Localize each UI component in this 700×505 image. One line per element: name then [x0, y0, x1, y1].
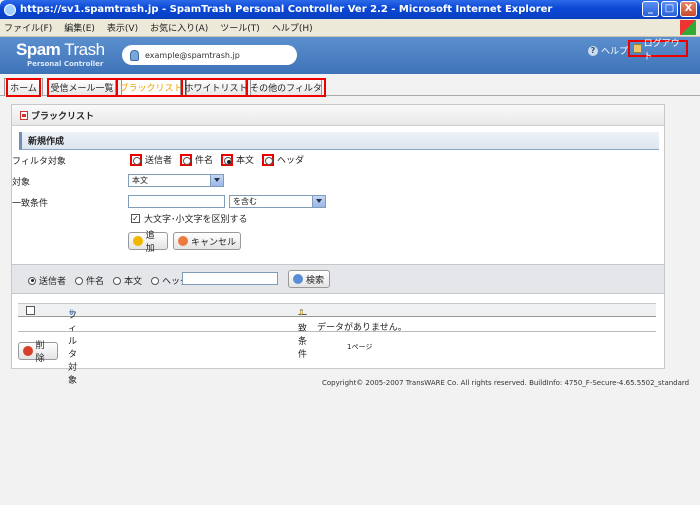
search-button[interactable]: 検索 [288, 270, 330, 288]
search-radio-sender[interactable] [28, 276, 36, 285]
maximize-button[interactable]: □ [661, 1, 678, 17]
section-title: 新規作成 [19, 132, 659, 150]
tab-bar: ホーム 受信メール一覧 ブラックリスト ホワイトリスト その他のフィルタ [0, 74, 700, 97]
filter-target-label: フィルタ対象 [12, 157, 66, 167]
target-select[interactable]: 本文 [128, 174, 224, 187]
add-button[interactable]: 追加 [128, 231, 168, 254]
user-icon [130, 49, 139, 61]
match-text-input[interactable] [128, 195, 225, 208]
window-title: https://sv1.spamtrash.jp - SpamTrash Per… [20, 4, 553, 15]
page-icon [20, 110, 28, 120]
logout-label: ログアウト [643, 38, 680, 62]
select-all-checkbox[interactable] [26, 306, 35, 315]
table-divider [18, 331, 656, 332]
app-header: Spam Trash Personal Controller example@s… [0, 37, 700, 74]
delete-icon [23, 346, 33, 356]
app-logo: Spam Trash [16, 40, 105, 59]
radio-sender-label: 送信者 [145, 156, 173, 166]
user-email: example@spamtrash.jp [145, 50, 240, 60]
cancel-button[interactable]: キャンセル [173, 232, 241, 250]
window-titlebar: https://sv1.spamtrash.jp - SpamTrash Per… [0, 0, 700, 19]
tab-inbox[interactable]: 受信メール一覧 [46, 78, 118, 97]
radio-subject[interactable] [180, 153, 193, 166]
app-logo-tagline: Personal Controller [27, 60, 104, 68]
close-button[interactable]: X [680, 1, 697, 17]
add-icon [133, 236, 143, 246]
tab-blacklist[interactable]: ブラックリスト [115, 78, 187, 97]
match-mode-select[interactable]: を含む [229, 195, 326, 208]
tab-home[interactable]: ホーム [4, 78, 43, 97]
radio-header[interactable] [262, 153, 275, 166]
match-label: 一致条件 [12, 199, 49, 209]
windows-logo-icon [680, 20, 696, 35]
menu-file[interactable]: ファイル(F) [4, 21, 52, 34]
radio-header-label: ヘッダ [277, 156, 305, 166]
target-label: 対象 [12, 178, 31, 188]
menu-favorites[interactable]: お気に入り(A) [150, 21, 208, 34]
panel-title-bar: ブラックリスト [12, 105, 664, 126]
panel-title: ブラックリスト [31, 111, 95, 122]
help-link[interactable]: ? ヘルプ [588, 44, 628, 57]
delete-button[interactable]: 削除 [18, 341, 58, 364]
menu-edit[interactable]: 編集(E) [64, 21, 95, 34]
tab-other-filters[interactable]: その他のフィルタ [246, 78, 326, 97]
search-radio-body[interactable] [113, 276, 122, 285]
logout-icon [633, 44, 642, 53]
user-box: example@spamtrash.jp [122, 45, 297, 65]
search-radio-header[interactable] [151, 276, 160, 285]
radio-body[interactable] [221, 153, 234, 166]
chevron-down-icon [312, 196, 325, 207]
help-icon: ? [588, 45, 598, 56]
case-sensitive-label: 大文字･小文字を区別する [144, 215, 248, 225]
search-radio-subject[interactable] [75, 276, 84, 285]
window-controls: _ □ X [642, 1, 697, 17]
table-header: フィルタ対象 ⇓ 一致条件 ⇑ ⇓ [18, 303, 656, 386]
menu-view[interactable]: 表示(V) [107, 21, 138, 34]
sort-down-icon: ⇓ [298, 308, 305, 317]
chevron-down-icon [210, 175, 223, 186]
help-label: ヘルプ [601, 47, 629, 57]
menu-help[interactable]: ヘルプ(H) [272, 21, 313, 34]
page-number: 1ページ [347, 343, 373, 351]
search-radios: 送信者 件名 本文 ヘッダ [28, 274, 189, 287]
cancel-icon [178, 236, 188, 246]
menu-tools[interactable]: ツール(T) [220, 21, 260, 34]
logout-button[interactable]: ログアウト [628, 39, 688, 62]
radio-subject-label: 件名 [195, 156, 214, 166]
search-icon [293, 274, 303, 284]
menu-bar: ファイル(F) 編集(E) 表示(V) お気に入り(A) ツール(T) ヘルプ(… [0, 19, 700, 37]
search-input[interactable] [182, 272, 278, 285]
case-sensitive-checkbox[interactable]: ✓ [131, 214, 140, 223]
minimize-button[interactable]: _ [642, 1, 659, 17]
case-sensitive-option: ✓ 大文字･小文字を区別する [131, 212, 248, 225]
sort-down-icon: ⇓ [68, 308, 75, 317]
ie-icon [4, 3, 16, 16]
radio-body-label: 本文 [236, 156, 255, 166]
copyright-text: Copyright© 2005-2007 TransWARE Co. All r… [322, 379, 690, 387]
tab-whitelist[interactable]: ホワイトリスト [180, 78, 252, 97]
radio-sender[interactable] [130, 153, 142, 166]
filter-target-radios: 送信者 件名 本文 ヘッダ [130, 153, 304, 166]
